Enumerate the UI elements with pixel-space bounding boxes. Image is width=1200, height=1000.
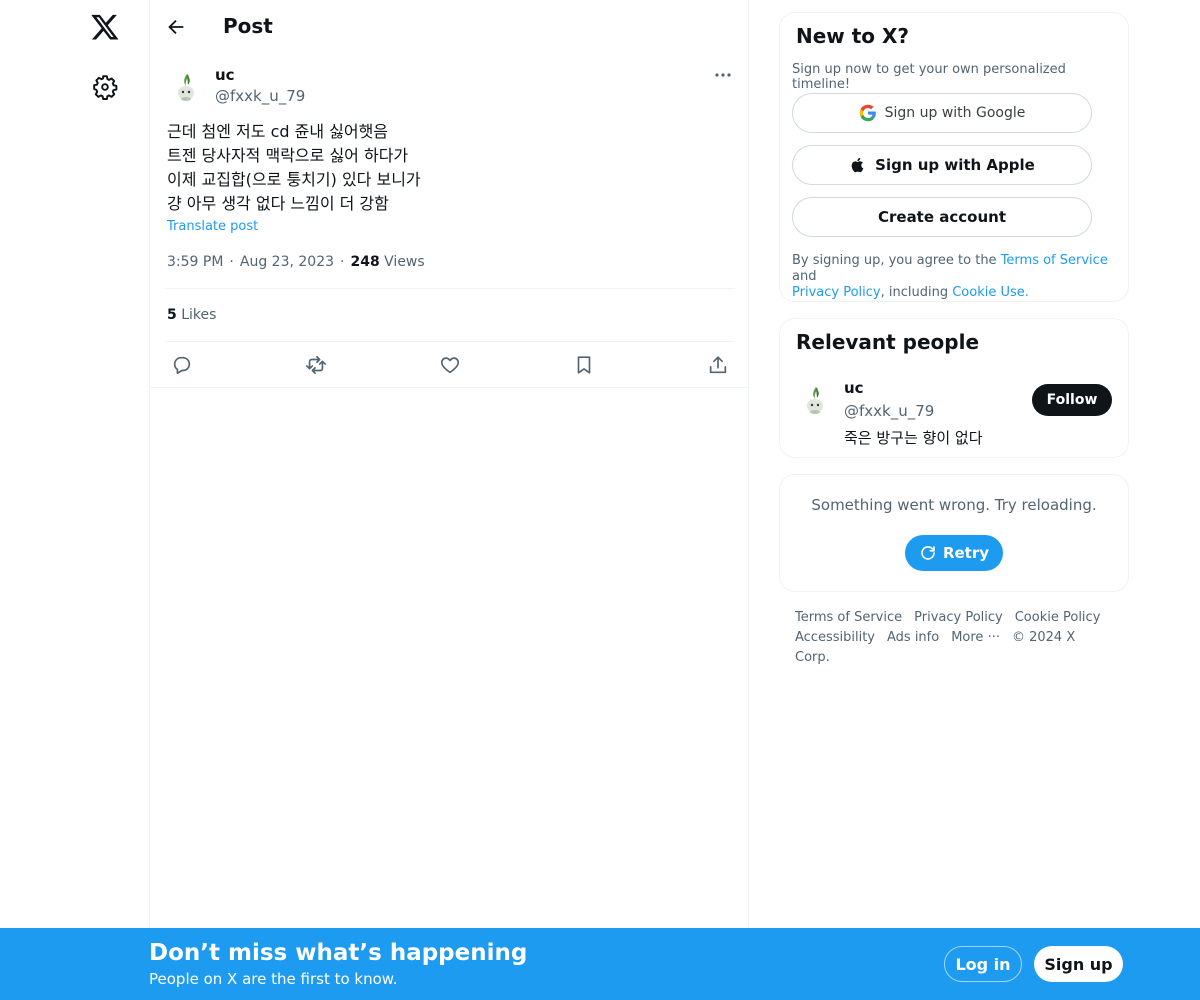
signup-card-title: New to X? <box>796 24 910 48</box>
refresh-icon <box>921 546 935 560</box>
retry-label: Retry <box>942 544 990 562</box>
terms-link[interactable]: Terms of Service <box>1001 253 1108 268</box>
footer-ads-link[interactable]: Ads info <box>887 630 939 645</box>
footer-links: Terms of Service Privacy Policy Cookie Pol… <box>795 608 1115 668</box>
avatar[interactable] <box>167 66 207 106</box>
legal-including: , including <box>880 285 953 300</box>
author-name[interactable]: uc <box>215 66 235 84</box>
banner-subtitle: People on X are the first to know. <box>149 970 398 988</box>
signup-legal-text: By signing up, you agree to the Terms of… <box>792 253 1122 301</box>
follow-button[interactable]: Follow <box>1032 384 1112 416</box>
post-time[interactable]: 3:59 PM <box>167 254 223 270</box>
author-handle[interactable]: @fxxk_u_79 <box>215 87 305 105</box>
signup-apple-button[interactable]: Sign up with Apple <box>792 145 1092 185</box>
avatar[interactable] <box>796 379 836 419</box>
error-card: Something went wrong. Try reloading. Ret… <box>779 474 1129 592</box>
like-icon[interactable] <box>439 354 461 376</box>
signup-google-label: Sign up with Google <box>884 105 1026 121</box>
banner-title: Don’t miss what’s happening <box>149 940 528 966</box>
views-label: Views <box>384 254 425 270</box>
translate-post-link[interactable]: Translate post <box>167 219 258 234</box>
repost-icon[interactable] <box>305 354 327 376</box>
avatar-image <box>167 66 207 106</box>
privacy-link[interactable]: Privacy Policy <box>792 285 881 300</box>
legal-and: and <box>792 269 817 284</box>
footer-privacy-link[interactable]: Privacy Policy <box>914 610 1003 625</box>
divider <box>165 288 735 289</box>
footer-more-link[interactable]: More ··· <box>951 630 1000 645</box>
footer-terms-link[interactable]: Terms of Service <box>795 610 902 625</box>
likes-count: 5 <box>167 307 177 323</box>
footer-cookie-link[interactable]: Cookie Policy <box>1015 610 1101 625</box>
create-account-button[interactable]: Create account <box>792 197 1092 237</box>
create-account-label: Create account <box>877 208 1006 226</box>
main-column: Post uc @fxxk_u_79 근데 첨엔 저도 cd 쥰내 싫어햇음 트… <box>149 0 750 1000</box>
bookmark-icon[interactable] <box>573 354 595 376</box>
legal-prefix: By signing up, you agree to the <box>792 253 1001 268</box>
likes-stat[interactable]: 5 Likes <box>167 307 216 323</box>
cookie-link[interactable]: Cookie Use. <box>952 285 1029 300</box>
avatar-image <box>796 379 836 419</box>
relevant-person-handle[interactable]: @fxxk_u_79 <box>844 402 934 420</box>
apple-icon <box>851 157 864 173</box>
page-title: Post <box>223 14 273 38</box>
x-logo-icon[interactable] <box>90 12 120 42</box>
relevant-people-title: Relevant people <box>796 330 980 354</box>
gear-icon[interactable] <box>92 74 118 100</box>
more-dots-icon[interactable] <box>713 67 733 83</box>
left-nav <box>0 0 150 1000</box>
post-header: Post <box>150 0 750 54</box>
post-actions <box>150 342 750 388</box>
error-message: Something went wrong. Try reloading. <box>811 496 1097 514</box>
relevant-person-name[interactable]: uc <box>844 379 864 397</box>
footer-accessibility-link[interactable]: Accessibility <box>795 630 875 645</box>
signup-button[interactable]: Sign up <box>1034 946 1123 982</box>
signup-banner: Don’t miss what’s happening People on X … <box>0 928 1200 1000</box>
signup-google-button[interactable]: Sign up with Google <box>792 93 1092 133</box>
share-icon[interactable] <box>707 354 729 376</box>
relevant-people-card: Relevant people uc @fxxk_u_79 죽은 방구는 향이 … <box>779 318 1129 458</box>
post-text: 근데 첨엔 저도 cd 쥰내 싫어햇음 트젠 당사자적 맥락으로 싫어 하다가 … <box>167 122 421 213</box>
views-count: 248 <box>350 254 380 270</box>
post-meta: 3:59 PM · Aug 23, 2023 · 248 Views <box>167 254 425 270</box>
likes-label: Likes <box>181 307 217 323</box>
back-arrow-icon[interactable] <box>165 16 187 38</box>
retry-button[interactable]: Retry <box>905 535 1003 571</box>
google-icon <box>859 104 876 122</box>
signup-apple-label: Sign up with Apple <box>875 156 1035 174</box>
relevant-person-bio: 죽은 방구는 향이 없다 <box>844 429 983 447</box>
reply-icon[interactable] <box>171 354 193 376</box>
login-button[interactable]: Log in <box>944 946 1022 982</box>
signup-card-subtitle: Sign up now to get your own personalized… <box>792 62 1066 92</box>
signup-card: New to X? Sign up now to get your own pe… <box>779 12 1129 302</box>
post-date[interactable]: Aug 23, 2023 <box>240 254 334 270</box>
